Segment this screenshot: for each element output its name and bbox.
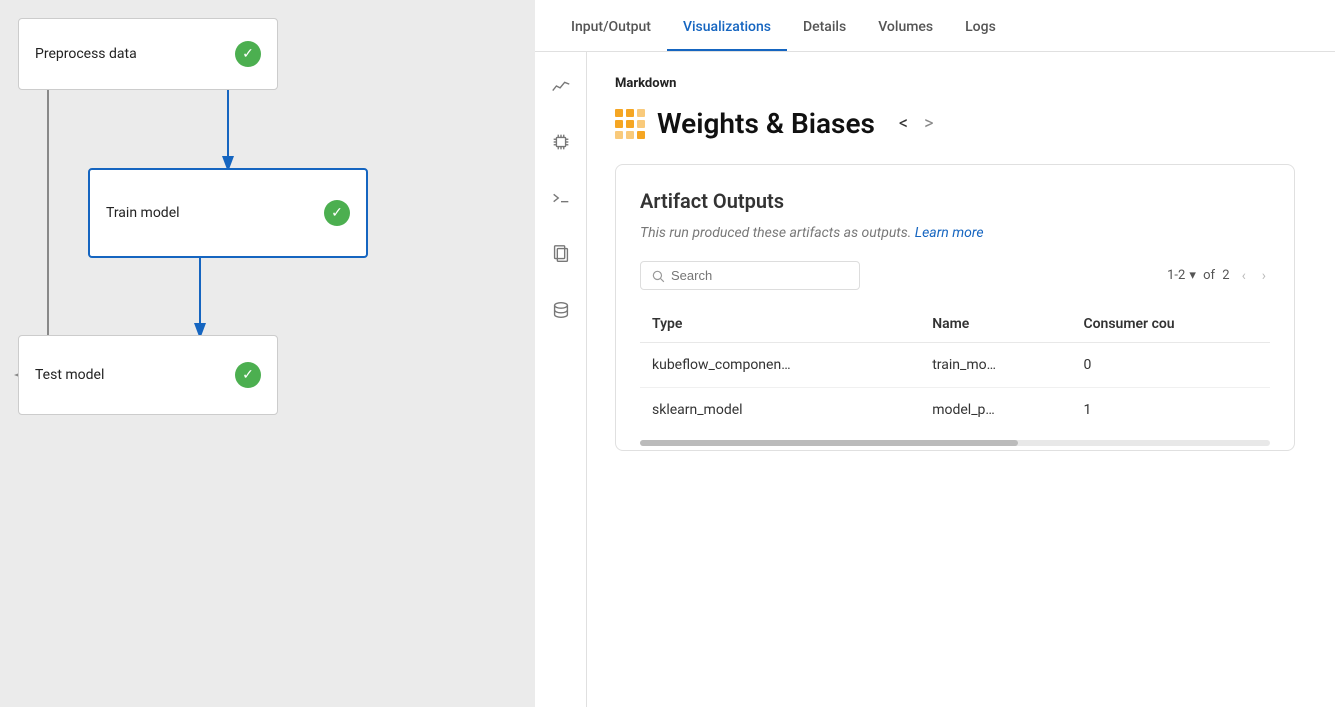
- document-icon[interactable]: [547, 240, 575, 268]
- scroll-thumb: [640, 440, 1018, 446]
- viz-content: Markdown Weights & Biases < >: [587, 52, 1335, 707]
- col-type: Type: [640, 306, 920, 343]
- chart-icon[interactable]: [547, 72, 575, 100]
- col-consumer: Consumer cou: [1071, 306, 1270, 343]
- wb-logo-icon: [615, 109, 645, 139]
- tab-input-output[interactable]: Input/Output: [555, 19, 667, 51]
- wb-header: Weights & Biases < >: [615, 107, 1307, 140]
- artifact-search-row: 1-2 ▾ of 2 ‹ ›: [640, 261, 1270, 294]
- node-train[interactable]: Train model ✓: [88, 168, 368, 258]
- node-preprocess[interactable]: Preprocess data ✓: [18, 18, 278, 90]
- tab-logs[interactable]: Logs: [949, 19, 1012, 51]
- tab-details[interactable]: Details: [787, 19, 862, 51]
- section-label: Markdown: [615, 76, 1307, 91]
- row1-type: kubeflow_componen…: [640, 343, 920, 388]
- terminal-icon[interactable]: [547, 184, 575, 212]
- node-train-label: Train model: [106, 205, 180, 221]
- tab-volumes[interactable]: Volumes: [862, 19, 949, 51]
- search-icon: [651, 269, 665, 283]
- artifact-card: Artifact Outputs This run produced these…: [615, 164, 1295, 451]
- learn-more-link[interactable]: Learn more: [915, 225, 984, 241]
- row2-count: 1: [1071, 388, 1270, 433]
- pagination-row: 1-2 ▾ of 2 ‹ ›: [1167, 266, 1270, 286]
- pagination-next-arrow[interactable]: ›: [1258, 266, 1270, 286]
- right-panel: Input/Output Visualizations Details Volu…: [535, 0, 1335, 707]
- pagination-total: 2: [1222, 268, 1229, 283]
- search-input[interactable]: [671, 268, 849, 283]
- pagination-prev-arrow[interactable]: ‹: [1238, 266, 1250, 286]
- tab-visualizations[interactable]: Visualizations: [667, 19, 787, 51]
- artifact-table: Type Name Consumer cou kubeflow_componen…: [640, 306, 1270, 432]
- node-preprocess-check: ✓: [235, 41, 261, 67]
- pagination-range: 1-2: [1167, 268, 1185, 283]
- node-train-check: ✓: [324, 200, 350, 226]
- artifact-desc: This run produced these artifacts as out…: [640, 225, 1270, 241]
- node-test-label: Test model: [35, 367, 104, 383]
- side-icons-bar: [535, 52, 587, 707]
- main-content: Markdown Weights & Biases < >: [535, 52, 1335, 707]
- row2-name: model_p…: [920, 388, 1071, 433]
- artifact-title: Artifact Outputs: [640, 189, 1270, 213]
- node-test-check: ✓: [235, 362, 261, 388]
- pagination-count: 1-2 ▾ of 2: [1167, 268, 1229, 283]
- row1-name: train_mo…: [920, 343, 1071, 388]
- table-row: sklearn_model model_p… 1: [640, 388, 1270, 433]
- chip-icon[interactable]: [547, 128, 575, 156]
- wb-title: Weights & Biases: [657, 107, 875, 140]
- table-row: kubeflow_componen… train_mo… 0: [640, 343, 1270, 388]
- col-name: Name: [920, 306, 1071, 343]
- database-icon[interactable]: [547, 296, 575, 324]
- wb-nav-arrows: < >: [895, 111, 938, 136]
- tabs-bar: Input/Output Visualizations Details Volu…: [535, 0, 1335, 52]
- row2-type: sklearn_model: [640, 388, 920, 433]
- wb-prev-arrow[interactable]: <: [895, 111, 912, 136]
- scroll-indicator: [640, 440, 1270, 446]
- pipeline-panel: Preprocess data ✓ Train model ✓ Test mod…: [0, 0, 535, 707]
- node-test[interactable]: Test model ✓: [18, 335, 278, 415]
- node-preprocess-label: Preprocess data: [35, 46, 137, 62]
- search-box[interactable]: [640, 261, 860, 290]
- row1-count: 0: [1071, 343, 1270, 388]
- wb-next-arrow[interactable]: >: [920, 111, 937, 136]
